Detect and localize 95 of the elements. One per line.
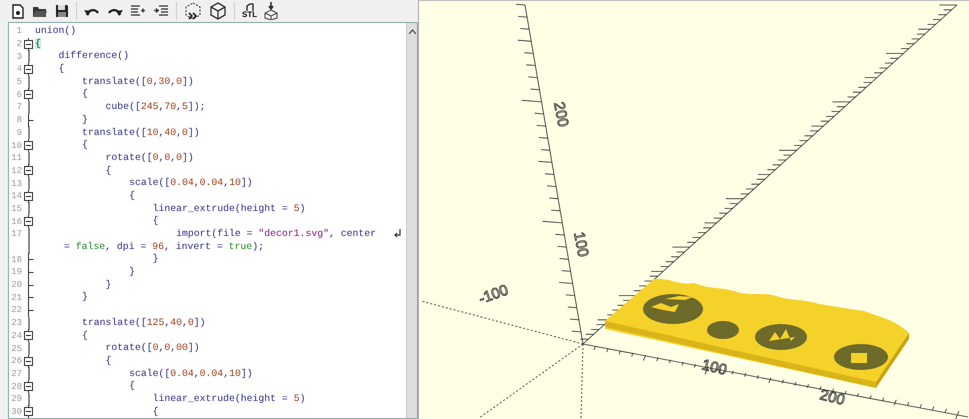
code-line: { [81,139,88,152]
fold-toggle-icon[interactable] [24,190,33,203]
code-line: { [128,380,135,393]
fold-toggle-icon[interactable] [24,164,33,178]
line-number: 1 [16,26,22,36]
code-line: = false, dpi = 96, invert = true); [63,240,264,254]
code-line: } [81,291,88,304]
line-number: 16 [10,216,22,227]
indent-icon[interactable] [153,5,169,17]
preview-icon[interactable] [184,2,202,20]
code-line: { [81,88,88,102]
line-number: 9 [16,128,22,138]
fold-toggle-icon[interactable] [24,405,33,418]
fold-line [28,342,30,356]
code-line: cube([245,70,5]); [104,101,206,114]
line-number: 19 [10,267,22,278]
axis-label: 100 [570,230,592,258]
code-line: translate([0,30,0]) [81,76,194,88]
code-line: scale([0.04,0.04,10]) [128,177,253,190]
line-number: 13 [10,178,22,189]
fold-toggle-icon[interactable] [24,329,33,342]
fold-line [28,152,30,165]
open-folder-icon[interactable] [32,4,48,18]
line-number: 18 [10,254,22,265]
axis-label: 200 [550,100,572,128]
line-number: 8 [16,115,22,126]
code-line: translate([10,40,0]) [81,126,200,140]
code-line: linear_extrude(height = 5) [152,392,306,406]
line-number: 23 [10,318,22,328]
print-icon[interactable] [264,2,278,20]
code-line: } [104,278,112,292]
code-line: union() [35,25,76,38]
code-line: } [152,253,158,266]
code-line: difference() [58,50,130,64]
fold-toggle-icon[interactable] [24,139,33,152]
fold-toggle-icon[interactable] [24,354,33,368]
fold-toggle-icon[interactable] [24,62,33,76]
fold-line [28,367,30,380]
arch-icon [244,3,255,11]
code-line: } [81,114,88,127]
code-line: { [81,330,88,342]
line-number: 20 [10,280,22,290]
line-number: 15 [10,204,22,214]
unindent-icon[interactable] [130,5,146,17]
axis-label: 100 [700,356,728,379]
fold-line [28,50,30,64]
fold-line [28,202,30,216]
cube-icon[interactable] [209,2,227,20]
code-line: { [152,406,158,418]
line-number: 27 [10,368,22,379]
line-number: 3 [16,52,22,62]
fold-line [28,76,30,89]
fold-toggle-icon[interactable] [24,38,33,51]
save-icon[interactable] [55,4,69,18]
line-number: 6 [16,90,22,100]
axis-label: 200 [818,386,846,409]
fold-line [28,177,30,190]
fold-line [28,392,30,406]
line-number: 7 [16,102,22,112]
line-number: 28 [10,382,22,392]
code-line: rotate([0,0,0]) [104,152,194,165]
new-file-icon[interactable] [11,4,25,18]
line-number: 14 [10,191,22,202]
fold-toggle-icon[interactable] [24,88,33,102]
code-line: { [104,354,112,368]
code-line: { [58,63,64,76]
code-line: } [128,266,135,279]
line-number: 30 [10,406,22,417]
scroll-up-icon[interactable] [408,29,416,34]
fold-toggle-icon[interactable] [24,215,33,228]
fold-toggle-icon[interactable] [24,380,33,394]
line-number: 21 [10,292,22,303]
line-number: 2 [16,39,22,50]
line-number: 25 [10,344,22,354]
line-number: 17 [10,229,22,240]
line-number: 22 [10,305,22,316]
code-line: translate([125,40,0]) [81,316,206,330]
code-line: import(file = "decor1.svg", center [175,228,376,241]
line-number: 26 [10,356,22,366]
code-line: linear_extrude(height = 5) [152,202,306,216]
code-line: scale([0.04,0.04,10]) [128,368,253,380]
line-number: 5 [16,77,22,88]
code-line: { [152,215,158,228]
line-number: 12 [10,166,22,176]
export-stl-button[interactable]: STL [239,0,260,22]
code-line: { [128,190,135,203]
line-number: 4 [16,64,22,74]
line-number: 29 [10,394,22,404]
line-number: 24 [10,330,22,341]
line-number: 11 [10,153,22,164]
line-wrap-icon [394,229,402,240]
axis-label: -100 [476,282,511,308]
code-line: { [104,164,112,178]
line-number: 10 [10,140,22,151]
code-line: rotate([0,0,00]) [104,342,200,355]
